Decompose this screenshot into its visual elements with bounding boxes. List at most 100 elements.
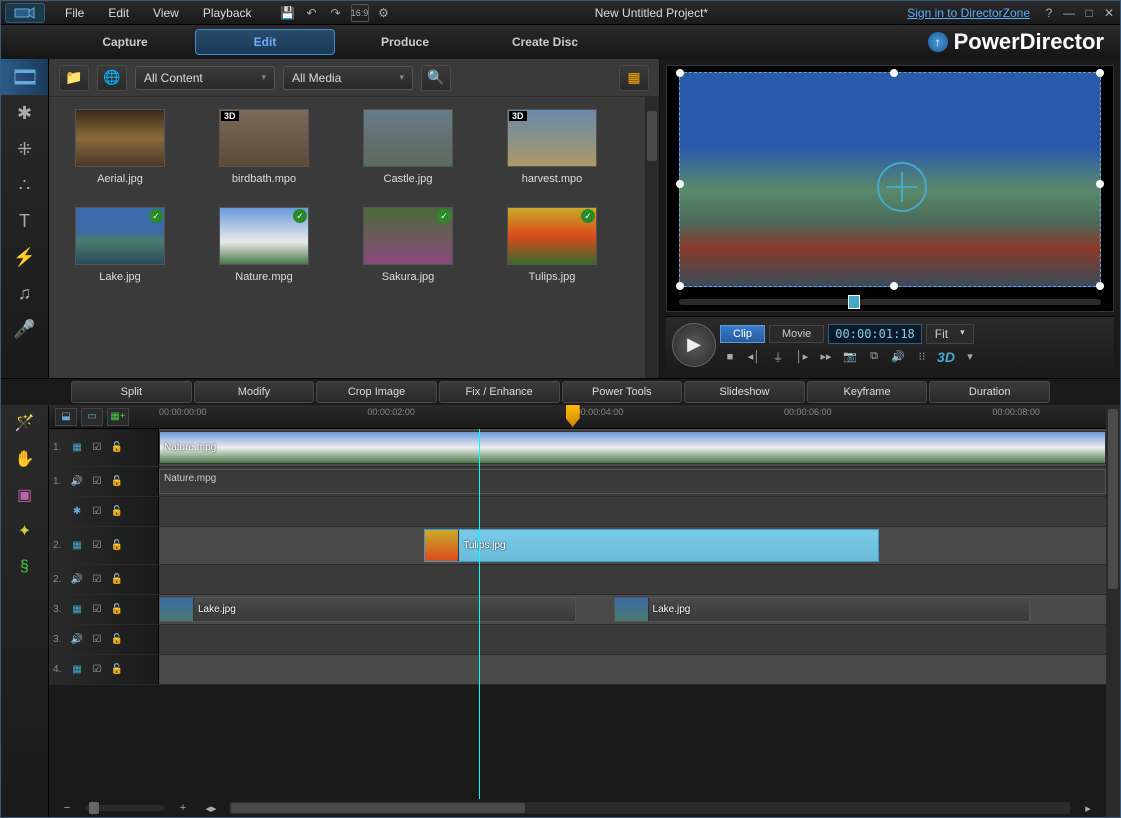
prev-frame-icon[interactable]: ◂│ <box>744 348 764 366</box>
undo-icon[interactable]: ↶ <box>303 4 321 22</box>
visible-checkbox[interactable]: ☑ <box>89 475 105 489</box>
track-lane[interactable] <box>159 625 1106 654</box>
tab-create-disc[interactable]: Create Disc <box>475 29 615 55</box>
lock-icon[interactable]: 🔓 <box>109 441 125 455</box>
zoom-fit-dropdown[interactable]: Fit <box>926 324 974 344</box>
fx-room-icon[interactable]: ✱ <box>1 95 48 131</box>
media-item[interactable]: ✓Nature.mpg <box>209 207 319 283</box>
lock-icon[interactable]: 🔓 <box>109 633 125 647</box>
signin-link[interactable]: Sign in to DirectorZone <box>907 6 1030 20</box>
chapter-icon[interactable]: ▣ <box>1 477 48 513</box>
add-track-icon[interactable]: ▦+ <box>107 408 129 426</box>
media-item[interactable]: ✓Lake.jpg <box>65 207 175 283</box>
menu-file[interactable]: File <box>53 6 96 20</box>
aspect-ratio-button[interactable]: 16:9 <box>351 4 369 22</box>
help-icon[interactable]: ? <box>1042 6 1056 20</box>
preview-image[interactable] <box>679 72 1101 287</box>
timeline-vertical-scrollbar[interactable] <box>1106 405 1120 817</box>
audio-track-icon[interactable]: 🔊 <box>69 573 85 587</box>
media-item[interactable]: ✓Tulips.jpg <box>497 207 607 283</box>
clip[interactable]: Lake.jpg <box>159 597 576 622</box>
snapshot-icon[interactable]: 📷 <box>840 348 860 366</box>
preview-viewport[interactable] <box>666 65 1114 312</box>
slideshow-button[interactable]: Slideshow <box>684 381 805 403</box>
visible-checkbox[interactable]: ☑ <box>89 573 105 587</box>
track-lane[interactable] <box>159 497 1106 526</box>
close-icon[interactable]: ✕ <box>1102 6 1116 20</box>
pip-room-icon[interactable]: ⁜ <box>1 131 48 167</box>
fix-enhance-button[interactable]: Fix / Enhance <box>439 381 560 403</box>
subtitle-icon[interactable]: § <box>1 549 48 585</box>
zoom-in-icon[interactable]: + <box>173 799 193 817</box>
library-scrollbar[interactable] <box>645 97 659 378</box>
3d-menu-icon[interactable]: ▾ <box>960 348 980 366</box>
media-filter-dropdown[interactable]: All Media <box>283 66 413 90</box>
menu-playback[interactable]: Playback <box>191 6 264 20</box>
preview-seek-slider[interactable] <box>679 299 1101 305</box>
duration-button[interactable]: Duration <box>929 381 1050 403</box>
download-icon[interactable]: 🌐 <box>97 65 127 91</box>
ruler-tool-1[interactable]: ⬓ <box>55 408 77 426</box>
track-lane[interactable] <box>159 655 1106 684</box>
lock-icon[interactable]: 🔓 <box>109 603 125 617</box>
playhead[interactable] <box>566 405 580 427</box>
zoom-out-icon[interactable]: − <box>57 799 77 817</box>
lock-icon[interactable]: 🔓 <box>109 505 125 519</box>
media-item[interactable]: ✓Sakura.jpg <box>353 207 463 283</box>
visible-checkbox[interactable]: ☑ <box>89 633 105 647</box>
visible-checkbox[interactable]: ☑ <box>89 505 105 519</box>
visible-checkbox[interactable]: ☑ <box>89 539 105 553</box>
video-track-icon[interactable]: ▦ <box>69 663 85 677</box>
ruler-tool-2[interactable]: ▭ <box>81 408 103 426</box>
track-lane[interactable]: Tulips.jpg <box>159 527 1106 564</box>
lock-icon[interactable]: 🔓 <box>109 573 125 587</box>
media-room-icon[interactable] <box>1 59 48 95</box>
media-item[interactable]: 3Dharvest.mpo <box>497 109 607 185</box>
volume-icon[interactable]: 🔊 <box>888 348 908 366</box>
video-track-icon[interactable]: ▦ <box>69 539 85 553</box>
track-lane[interactable] <box>159 565 1106 594</box>
track-lane[interactable]: Lake.jpg Lake.jpg <box>159 595 1106 624</box>
video-track-icon[interactable]: ▦ <box>69 441 85 455</box>
track-lane[interactable]: Nature.mpg <box>159 429 1106 466</box>
media-item[interactable]: Aerial.jpg <box>65 109 175 185</box>
visible-checkbox[interactable]: ☑ <box>89 603 105 617</box>
wand-icon[interactable]: ✦ <box>1 513 48 549</box>
selected-clip[interactable]: Tulips.jpg <box>424 529 879 562</box>
minimize-icon[interactable]: — <box>1062 6 1076 20</box>
scroll-right-icon[interactable]: ▸ <box>1078 799 1098 817</box>
track-lane[interactable]: Nature.mpg <box>159 467 1106 496</box>
split-button[interactable]: Split <box>71 381 192 403</box>
settings-icon[interactable]: ⚙ <box>375 4 393 22</box>
step-icon[interactable]: ⏚ <box>768 348 788 366</box>
fast-forward-icon[interactable]: ▸▸ <box>816 348 836 366</box>
magic-tools-icon[interactable]: 🪄 <box>1 405 48 441</box>
menu-view[interactable]: View <box>141 6 191 20</box>
stop-icon[interactable]: ■ <box>720 348 740 366</box>
modify-button[interactable]: Modify <box>194 381 315 403</box>
crop-button[interactable]: Crop Image <box>316 381 437 403</box>
clip-mode-tab[interactable]: Clip <box>720 325 765 343</box>
lock-icon[interactable]: 🔓 <box>109 475 125 489</box>
3d-toggle[interactable]: 3D <box>936 348 956 366</box>
lock-icon[interactable]: 🔓 <box>109 663 125 677</box>
redo-icon[interactable]: ↷ <box>327 4 345 22</box>
save-icon[interactable]: 💾 <box>279 4 297 22</box>
timecode-display[interactable]: 00:00:01:18 <box>828 324 921 344</box>
crosshair-icon[interactable] <box>877 162 927 212</box>
power-tools-button[interactable]: Power Tools <box>562 381 683 403</box>
movie-mode-tab[interactable]: Movie <box>769 325 824 343</box>
transition-room-icon[interactable]: ⚡ <box>1 239 48 275</box>
zoom-slider[interactable] <box>85 805 165 811</box>
title-room-icon[interactable]: T <box>1 203 48 239</box>
timeline-ruler[interactable]: ⬓ ▭ ▦+ 00:00:00:00 00:00:02:00 00:00:04:… <box>49 405 1106 429</box>
audio-room-icon[interactable]: ♫ <box>1 275 48 311</box>
tab-capture[interactable]: Capture <box>55 29 195 55</box>
clip[interactable]: Lake.jpg <box>614 597 1031 622</box>
keyframe-button[interactable]: Keyframe <box>807 381 928 403</box>
fx-track-icon[interactable]: ✱ <box>69 505 85 519</box>
quality-icon[interactable]: ⁝⁝ <box>912 348 932 366</box>
library-view-icon[interactable]: ▦ <box>619 65 649 91</box>
menu-edit[interactable]: Edit <box>96 6 141 20</box>
visible-checkbox[interactable]: ☑ <box>89 663 105 677</box>
